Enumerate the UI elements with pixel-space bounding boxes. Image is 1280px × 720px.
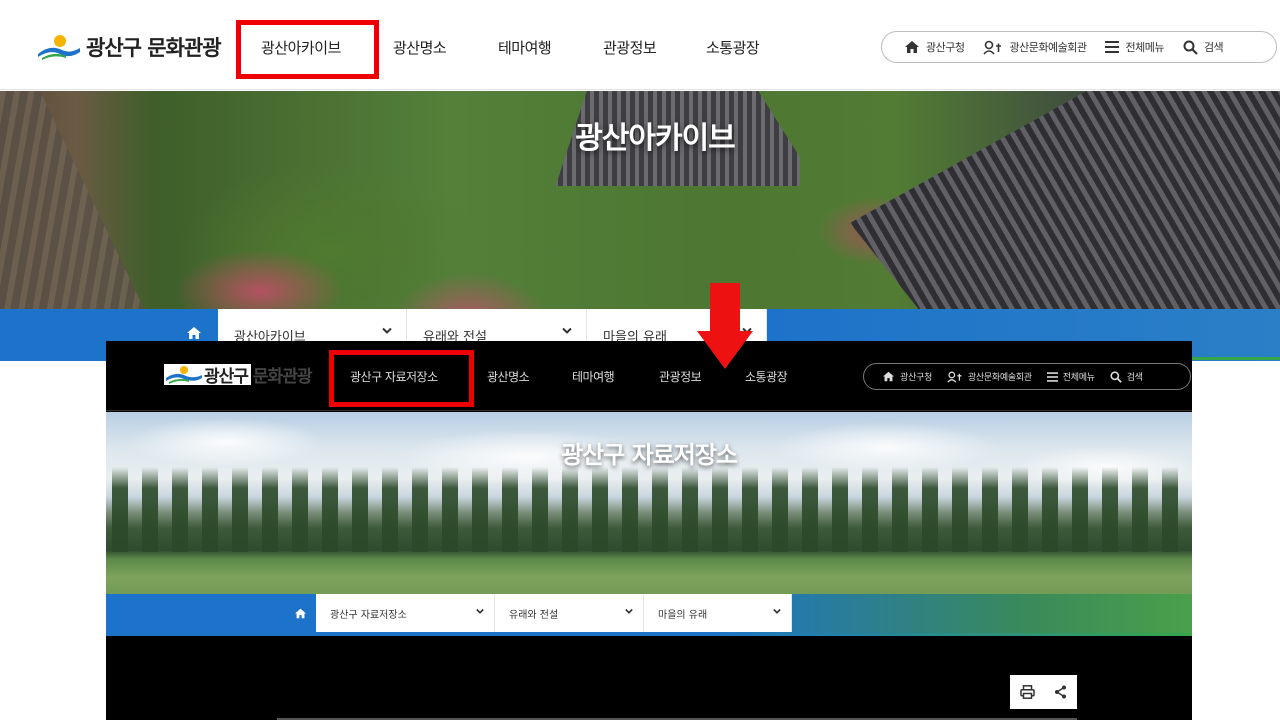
comparison-canvas: 광산구 문화관광 광산아카이브 광산명소 테마여행 관광정보 소통광장 광산구청…: [0, 0, 1280, 720]
highlight-box-bottom-nav: [329, 350, 474, 407]
util-search-label: 검색: [1203, 41, 1224, 54]
util-search-button[interactable]: 검색: [1183, 39, 1224, 55]
gnb-item-tourism-info[interactable]: 관광정보: [659, 368, 702, 385]
chevron-down-icon: [773, 608, 781, 614]
gnb-item-theme-travel[interactable]: 테마여행: [498, 37, 552, 58]
chevron-down-icon: [562, 327, 572, 334]
bottom-logo-text-b: 문화관광: [252, 366, 313, 387]
hero-tree-line: [106, 467, 1192, 552]
bottom-breadcrumb-home[interactable]: [284, 594, 316, 632]
print-icon[interactable]: [1020, 685, 1035, 699]
share-icon[interactable]: [1054, 685, 1067, 699]
bottom-site-header: 광산구 문화관광 광산구 자료저장소 광산명소 테마여행 관광정보 소통광장 광…: [106, 341, 1192, 411]
bottom-breadcrumb-select-2[interactable]: 유래와 전설: [495, 594, 644, 632]
gnb-item-community[interactable]: 소통광장: [706, 37, 760, 58]
top-site-header: 광산구 문화관광 광산아카이브 광산명소 테마여행 관광정보 소통광장 광산구청…: [0, 0, 1280, 90]
bottom-hero-title: 광산구 자료저장소: [561, 441, 738, 469]
home-icon: [883, 371, 894, 382]
bottom-breadcrumb-select-3[interactable]: 마을의 유래: [644, 594, 792, 632]
util-search-label: 검색: [1126, 373, 1143, 383]
gnb-item-theme-travel[interactable]: 테마여행: [572, 368, 615, 385]
top-hero-title: 광산아카이브: [575, 121, 736, 156]
util-arts-center-link[interactable]: 광산문화예술회관: [983, 39, 1087, 55]
util-arts-center-link[interactable]: 광산문화예술회관: [947, 370, 1032, 383]
logo-mark-icon: [164, 364, 204, 384]
util-arts-center-label: 광산문화예술회관: [967, 373, 1032, 383]
chevron-down-icon: [476, 608, 484, 614]
bottom-screenshot: 광산구 문화관광 광산구 자료저장소 광산명소 테마여행 관광정보 소통광장 광…: [106, 341, 1192, 720]
search-icon: [1110, 370, 1122, 383]
home-icon: [294, 608, 306, 618]
util-office-label: 광산구청: [926, 41, 965, 54]
util-all-menu-button[interactable]: 전체메뉴: [1046, 370, 1095, 383]
gnb-item-landmarks[interactable]: 광산명소: [487, 368, 530, 385]
util-office-link[interactable]: 광산구청: [882, 370, 932, 383]
select-value: 유래와 전설: [509, 609, 559, 621]
home-icon: [187, 327, 201, 339]
bottom-utility-bar: 광산구청 광산문화예술회관 전체메뉴 검색: [863, 363, 1191, 390]
down-arrow-icon: [697, 283, 753, 369]
util-all-menu-button[interactable]: 전체메뉴: [1105, 39, 1164, 55]
bottom-logo[interactable]: 광산구 문화관광: [164, 363, 313, 387]
select-value: 광산구 자료저장소: [330, 609, 407, 621]
highlight-box-top-nav: [236, 20, 379, 79]
select-value: 마을의 유래: [658, 609, 708, 621]
hamburger-icon: [1046, 371, 1058, 382]
bottom-logo-box: 광산구: [164, 363, 251, 387]
util-arts-center-label: 광산문화예술회관: [1009, 41, 1087, 54]
person-icon: [983, 40, 1002, 55]
bottom-green-accent: [706, 633, 1192, 636]
logo-mark-icon: [36, 32, 82, 62]
top-utility-bar: 광산구청 광산문화예술회관 전체메뉴 검색: [881, 31, 1277, 63]
top-green-accent: [1190, 357, 1280, 360]
util-all-menu-label: 전체메뉴: [1125, 41, 1164, 54]
chevron-down-icon: [625, 608, 633, 614]
gnb-item-landmarks[interactable]: 광산명소: [393, 37, 447, 58]
chevron-down-icon: [382, 327, 392, 334]
util-all-menu-label: 전체메뉴: [1062, 373, 1095, 383]
bottom-content-toolbox: [1010, 675, 1077, 709]
home-icon: [905, 41, 919, 53]
person-icon: [947, 371, 962, 383]
bottom-logo-text-a: 광산구: [204, 366, 249, 387]
top-logo-text: 광산구 문화관광: [86, 36, 222, 60]
util-office-label: 광산구청: [900, 373, 932, 383]
gnb-item-tourism-info[interactable]: 관광정보: [603, 37, 657, 58]
util-office-link[interactable]: 광산구청: [904, 39, 965, 55]
gnb-item-community[interactable]: 소통광장: [745, 368, 788, 385]
util-search-button[interactable]: 검색: [1110, 370, 1143, 383]
top-logo[interactable]: 광산구 문화관광: [36, 30, 222, 64]
bottom-breadcrumb-select-1[interactable]: 광산구 자료저장소: [316, 594, 495, 632]
hamburger-icon: [1105, 41, 1120, 53]
search-icon: [1183, 40, 1198, 55]
